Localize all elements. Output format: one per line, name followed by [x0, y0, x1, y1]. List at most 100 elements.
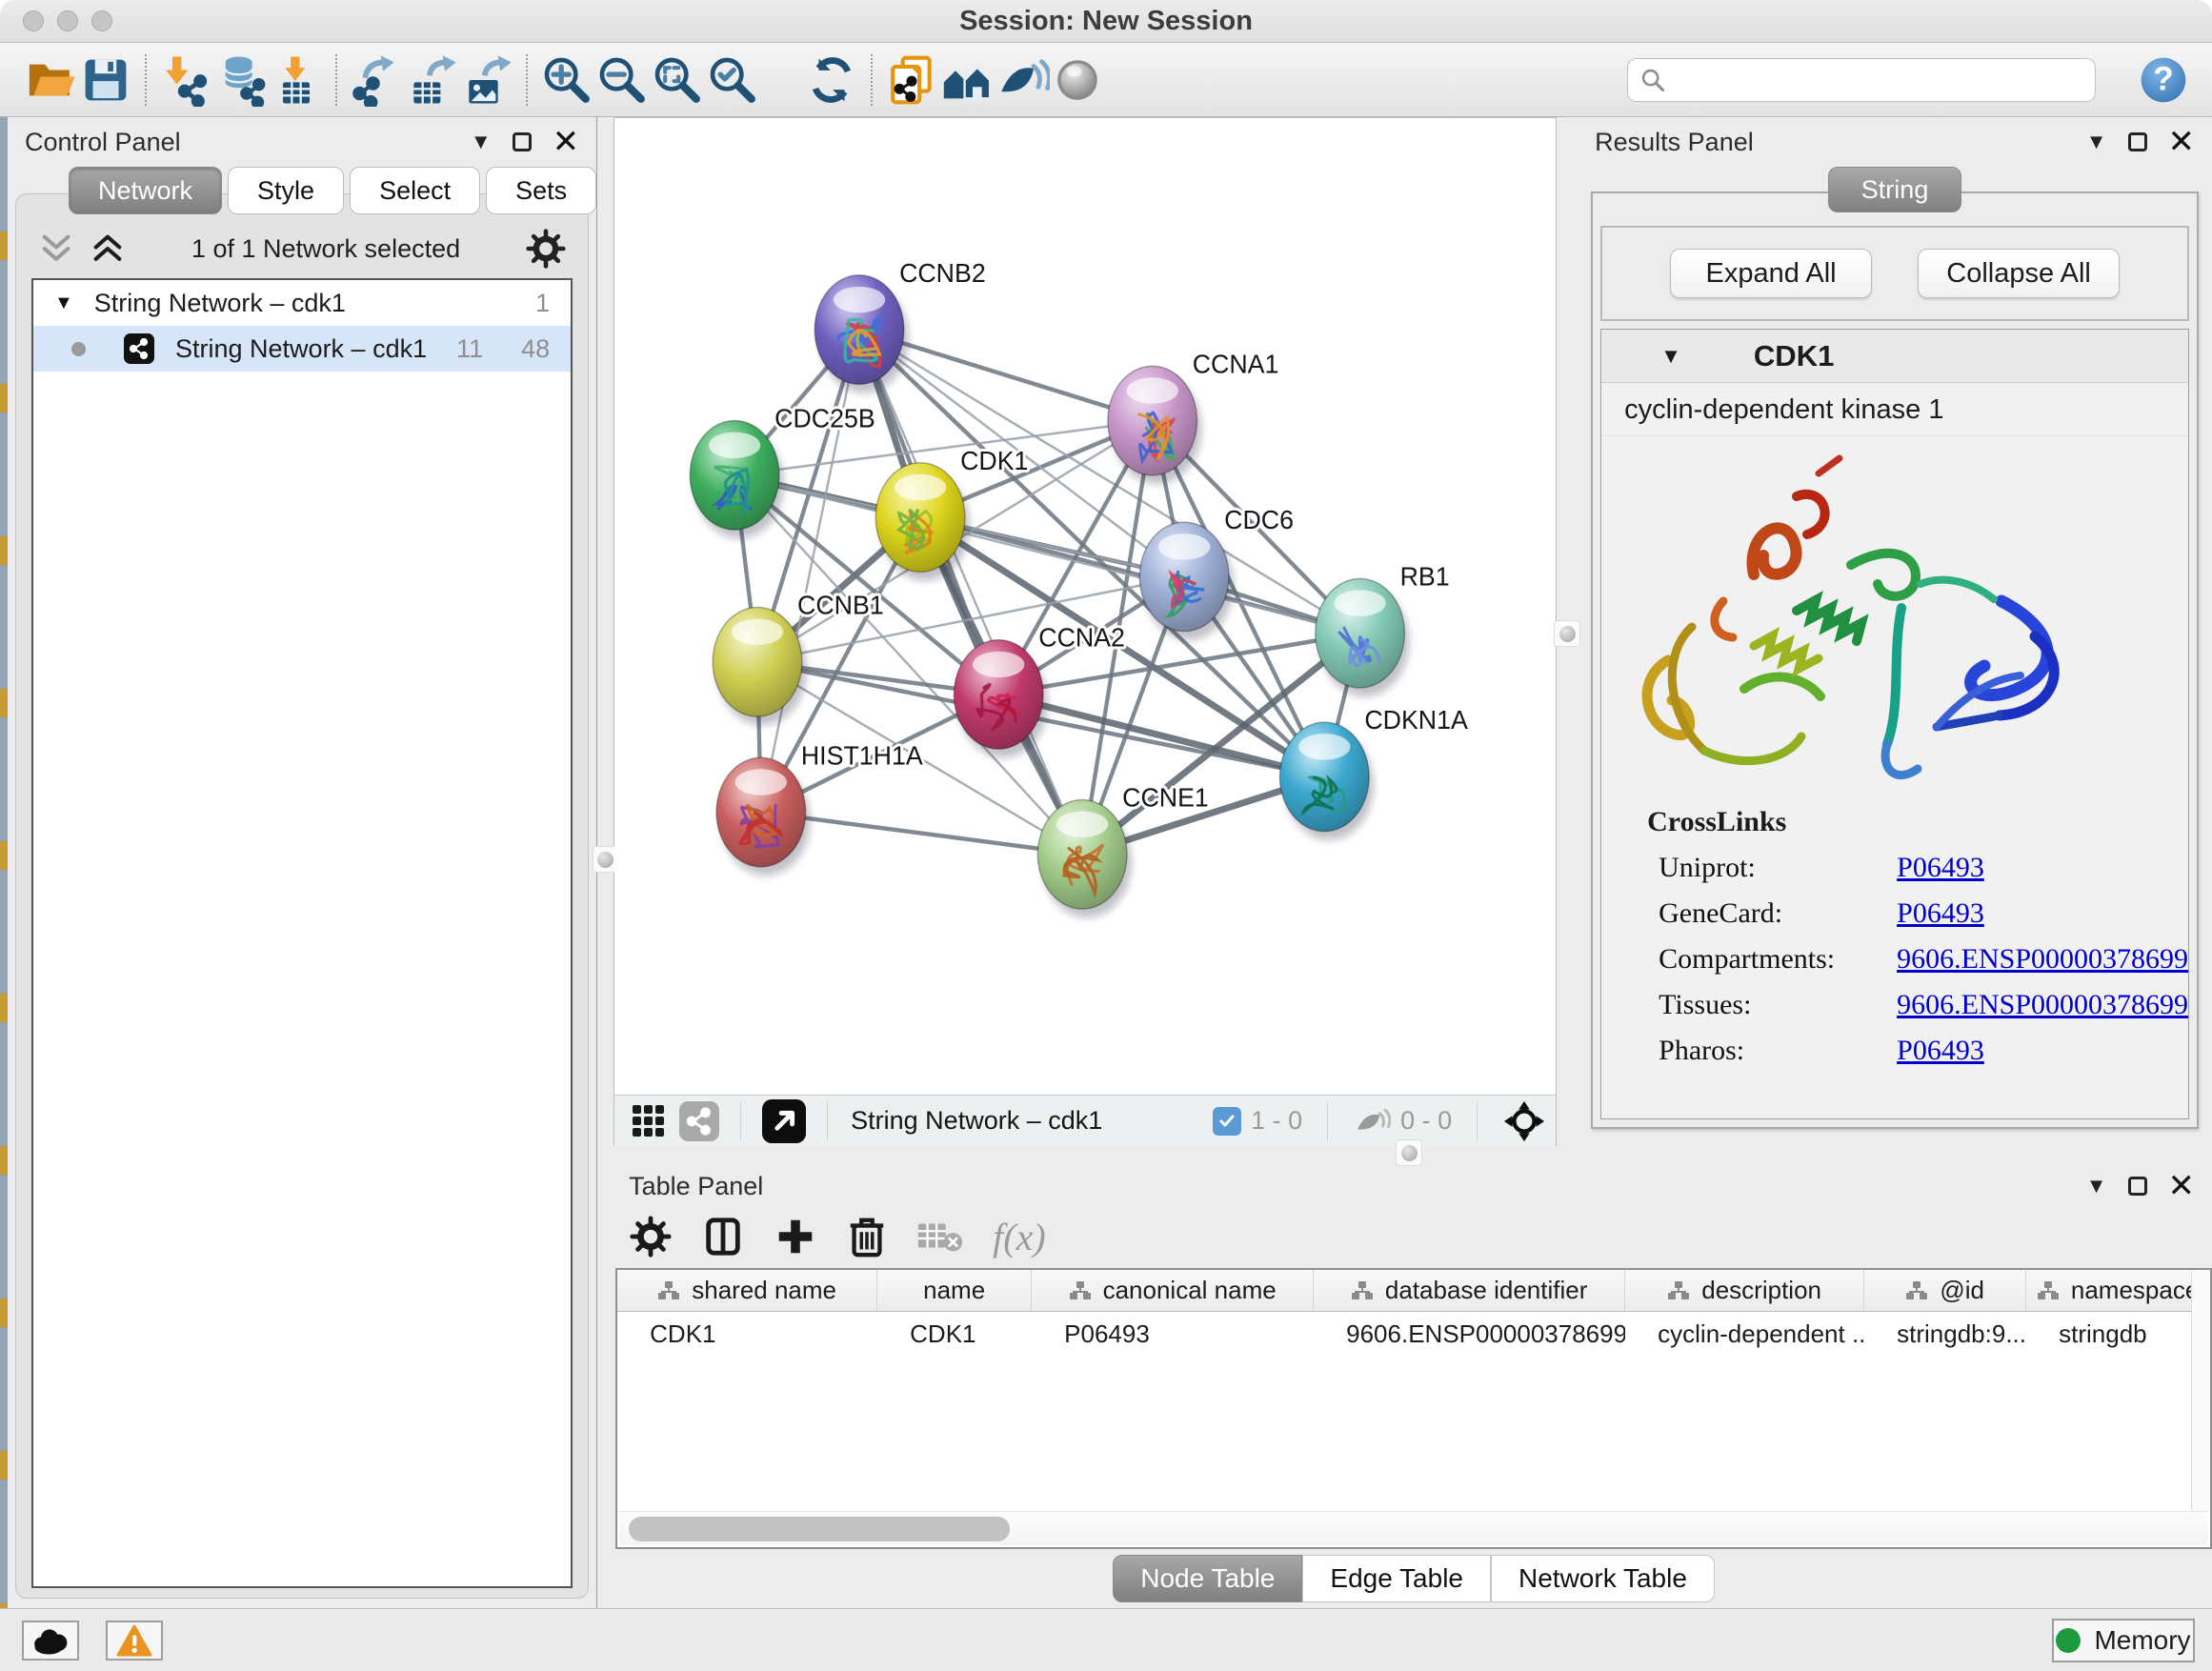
cloud-status-button[interactable] — [22, 1621, 79, 1661]
entry-header[interactable]: ▼ CDK1 — [1601, 330, 2188, 383]
panel-float-icon[interactable]: ▼ — [471, 130, 492, 154]
clone-network-button[interactable] — [884, 51, 939, 109]
gear-icon[interactable] — [525, 228, 567, 270]
network-node-CDC25B[interactable]: CDC25B — [690, 403, 875, 538]
export-network-button[interactable] — [349, 51, 404, 109]
zoom-in-button[interactable] — [539, 51, 594, 109]
right-panel-splitter[interactable] — [1557, 117, 1578, 1146]
warnings-button[interactable] — [106, 1621, 163, 1661]
cell-shared-name[interactable]: CDK1 — [617, 1312, 877, 1357]
compartments-link[interactable]: 9606.ENSP00000378699 — [1897, 943, 2188, 976]
tab-style[interactable]: Style — [228, 167, 344, 214]
network-node-CCNE1[interactable]: CCNE1 — [1037, 782, 1209, 917]
network-node-CDK1[interactable]: CDK1 — [875, 445, 1028, 580]
cell-namespace[interactable]: stringdb — [2026, 1312, 2210, 1357]
network-node-CDKN1A[interactable]: CDKN1A — [1280, 705, 1469, 840]
show-columns-button[interactable] — [701, 1215, 745, 1258]
tab-sets[interactable]: Sets — [486, 167, 596, 214]
inspect-button[interactable] — [1050, 51, 1105, 109]
vertical-scrollbar[interactable] — [2191, 1270, 2210, 1511]
column-header[interactable]: name — [877, 1270, 1032, 1311]
column-header[interactable]: namespace — [2026, 1270, 2210, 1311]
network-graph[interactable]: CCNB2CCNA1CDC25BCDK1CDC6RB1CCNB1CCNA2CDK… — [614, 118, 1556, 1095]
tab-select[interactable]: Select — [350, 167, 480, 214]
left-panel-splitter[interactable] — [597, 117, 613, 1146]
cell-description[interactable]: cyclin-dependent ... — [1625, 1312, 1864, 1357]
horizontal-scrollbar[interactable] — [619, 1511, 2208, 1545]
export-image-button[interactable] — [459, 51, 514, 109]
tab-network[interactable]: Network — [69, 167, 222, 214]
genecard-link[interactable]: P06493 — [1897, 897, 1984, 930]
import-network-from-database-button[interactable] — [213, 51, 269, 109]
open-session-button[interactable] — [23, 51, 78, 109]
expand-all-icon[interactable] — [89, 232, 127, 265]
column-header[interactable]: canonical name — [1032, 1270, 1314, 1311]
expand-all-button[interactable]: Expand All — [1670, 249, 1872, 298]
save-session-button[interactable] — [78, 51, 133, 109]
selected-checkbox[interactable] — [1213, 1107, 1241, 1136]
table-panel-splitter[interactable] — [597, 1146, 2212, 1159]
refresh-network-button[interactable] — [804, 51, 859, 109]
column-header[interactable]: database identifier — [1314, 1270, 1625, 1311]
network-node-CDC6[interactable]: CDC6 — [1139, 504, 1294, 639]
string-home-button[interactable] — [939, 51, 995, 109]
cell-name[interactable]: CDK1 — [877, 1312, 1032, 1357]
network-node-CCNB1[interactable]: CCNB1 — [713, 590, 884, 725]
scrollbar-thumb[interactable] — [629, 1517, 1010, 1541]
panel-undock-icon[interactable] — [513, 132, 532, 151]
collapse-entry-icon[interactable]: ▼ — [1660, 344, 1681, 369]
panel-close-icon[interactable]: ✕ — [553, 132, 580, 151]
collapse-all-button[interactable]: Collapse All — [1918, 249, 2120, 298]
panel-close-icon[interactable]: ✕ — [2168, 132, 2196, 151]
panel-close-icon[interactable]: ✕ — [2168, 1177, 2196, 1196]
table-settings-button[interactable] — [629, 1215, 673, 1258]
equation-builder-button[interactable]: f(x) — [993, 1215, 1046, 1259]
column-header[interactable]: description — [1625, 1270, 1864, 1311]
memory-button[interactable]: Memory — [2052, 1619, 2195, 1662]
network-collection-row[interactable]: ▼ String Network – cdk1 1 — [33, 280, 571, 326]
search-input[interactable] — [1674, 65, 2083, 94]
cell-id[interactable]: stringdb:9... — [1864, 1312, 2026, 1357]
network-node-HIST1H1A[interactable]: HIST1H1A — [716, 740, 923, 876]
birdseye-grid-button[interactable] — [630, 1102, 668, 1140]
collapse-all-icon[interactable] — [37, 232, 75, 265]
zoom-fit-button[interactable] — [650, 51, 705, 109]
table-row[interactable]: CDK1 CDK1 P06493 9606.ENSP00000378699 cy… — [617, 1312, 2210, 1357]
zoom-out-button[interactable] — [594, 51, 650, 109]
column-header[interactable]: @id — [1864, 1270, 2026, 1311]
tab-node-table[interactable]: Node Table — [1113, 1555, 1302, 1602]
panel-undock-icon[interactable] — [2128, 1177, 2147, 1196]
help-button[interactable]: ? — [2136, 51, 2191, 109]
tab-string[interactable]: String — [1828, 167, 1962, 212]
network-canvas[interactable]: CCNB2CCNA1CDC25BCDK1CDC6RB1CCNB1CCNA2CDK… — [614, 118, 1556, 1095]
show-hide-panels-button[interactable] — [995, 51, 1050, 109]
network-edge-CCNB2-CCNE1[interactable] — [859, 330, 1082, 855]
export-table-button[interactable] — [404, 51, 459, 109]
open-in-browser-button[interactable] — [762, 1099, 806, 1143]
cell-database-identifier[interactable]: 9606.ENSP00000378699 — [1314, 1312, 1625, 1357]
zoom-selected-button[interactable] — [705, 51, 760, 109]
tissues-link[interactable]: 9606.ENSP00000378699 — [1897, 989, 2188, 1021]
fit-selected-icon[interactable] — [1502, 1099, 1546, 1143]
panel-undock-icon[interactable] — [2128, 132, 2147, 151]
tab-network-table[interactable]: Network Table — [1491, 1555, 1715, 1602]
uniprot-link[interactable]: P06493 — [1897, 852, 1984, 884]
delete-table-button[interactable] — [916, 1218, 964, 1256]
splitter-handle[interactable] — [1396, 1139, 1422, 1166]
import-table-button[interactable] — [269, 51, 324, 109]
add-column-button[interactable] — [774, 1215, 817, 1258]
panel-float-icon[interactable]: ▼ — [2086, 1174, 2107, 1198]
column-header[interactable]: shared name — [617, 1270, 877, 1311]
cell-canonical-name[interactable]: P06493 — [1032, 1312, 1314, 1357]
network-node-RB1[interactable]: RB1 — [1316, 561, 1450, 696]
splitter-handle[interactable] — [1554, 620, 1580, 647]
network-node-CCNB2[interactable]: CCNB2 — [814, 257, 986, 393]
import-network-button[interactable] — [158, 51, 213, 109]
tree-expand-icon[interactable]: ▼ — [54, 292, 73, 314]
pharos-link[interactable]: P06493 — [1897, 1035, 1984, 1067]
delete-column-button[interactable] — [846, 1215, 888, 1258]
tab-edge-table[interactable]: Edge Table — [1302, 1555, 1491, 1602]
string-panel-button[interactable] — [679, 1101, 719, 1141]
network-row-selected[interactable]: String Network – cdk1 11 48 — [33, 326, 571, 372]
panel-float-icon[interactable]: ▼ — [2086, 130, 2107, 154]
